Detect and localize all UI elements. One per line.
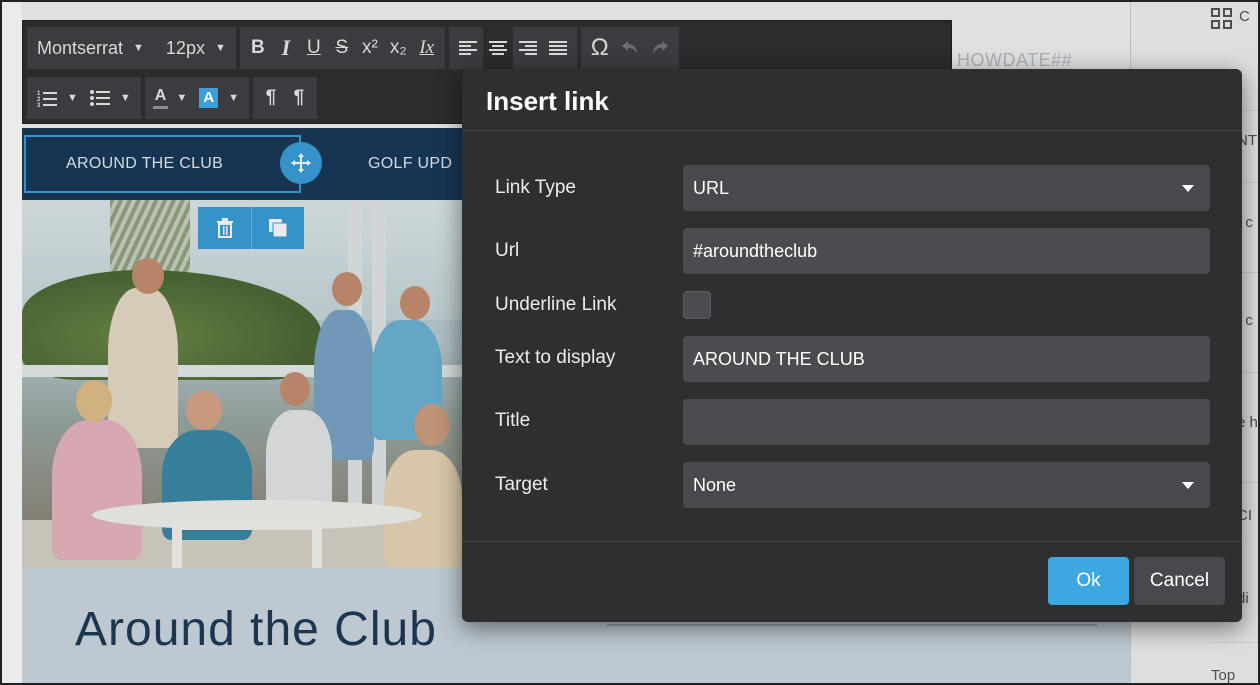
chevron-down-icon — [1182, 481, 1194, 489]
svg-text:3: 3 — [37, 103, 41, 107]
dialog-header: Insert link — [462, 69, 1242, 131]
trash-icon[interactable] — [198, 207, 251, 249]
bold-button[interactable]: B — [244, 27, 272, 69]
bullet-list-icon — [89, 90, 110, 106]
underline-link-label: Underline Link — [495, 294, 617, 315]
alignment-group — [448, 27, 577, 69]
superscript-button[interactable]: x² — [356, 27, 384, 69]
club-photo[interactable] — [22, 200, 462, 568]
link-type-label: Link Type — [495, 177, 576, 198]
underline-button[interactable]: U — [300, 27, 328, 69]
text-color-icon: A — [152, 87, 168, 109]
font-group: Montserrat ▼ 12px ▼ — [27, 27, 236, 69]
target-label: Target — [495, 474, 548, 495]
italic-button[interactable]: I — [272, 27, 300, 69]
divider — [1211, 642, 1258, 643]
ltr-button[interactable]: ¶ — [257, 77, 285, 119]
dialog-title: Insert link — [486, 86, 609, 116]
duplicate-icon[interactable] — [251, 207, 304, 249]
chevron-down-icon — [1182, 184, 1194, 192]
format-group: B I U S x² x₂ Ix — [239, 27, 445, 69]
rtl-button[interactable]: ¶ — [285, 77, 313, 119]
align-justify-icon — [548, 41, 567, 55]
subscript-button[interactable]: x₂ — [384, 27, 413, 69]
target-select[interactable]: None — [683, 462, 1210, 508]
direction-group: ¶ ¶ — [252, 77, 317, 119]
color-group: A ▼ A ▼ — [144, 77, 249, 119]
merge-tag-text: HOWDATE## — [957, 50, 1073, 70]
insert-group: Ω — [580, 27, 679, 69]
underline-link-checkbox[interactable] — [683, 291, 711, 319]
align-center-button[interactable] — [482, 27, 513, 69]
nav-item-selected[interactable]: AROUND THE CLUB — [24, 135, 301, 193]
grid-icon[interactable] — [1211, 8, 1233, 30]
font-family-select[interactable]: Montserrat ▼ — [31, 27, 150, 69]
text-color-button[interactable]: A ▼ — [149, 77, 193, 119]
clear-formatting-button[interactable]: Ix — [413, 27, 441, 69]
insert-link-dialog: Insert link Link Type URL Url #aroundthe… — [462, 69, 1242, 622]
align-left-button[interactable] — [453, 27, 483, 69]
top-label[interactable]: Top — [1211, 667, 1235, 683]
target-value: None — [693, 474, 737, 495]
url-input[interactable]: #aroundtheclub — [683, 228, 1210, 274]
align-right-button[interactable] — [513, 27, 543, 69]
panel-fragment: C — [1239, 8, 1250, 25]
font-size-select[interactable]: 12px ▼ — [160, 27, 232, 69]
strikethrough-button[interactable]: S — [328, 27, 356, 69]
bullet-list-button[interactable]: ▼ — [84, 77, 137, 119]
align-right-icon — [518, 41, 537, 55]
special-character-button[interactable]: Ω — [585, 27, 615, 69]
link-type-select[interactable]: URL — [683, 165, 1210, 211]
divider — [462, 541, 1242, 542]
highlight-color-button[interactable]: A ▼ — [193, 77, 245, 119]
title-input[interactable] — [683, 399, 1210, 445]
link-type-value: URL — [693, 177, 730, 198]
url-label: Url — [495, 240, 520, 261]
nav-item[interactable]: GOLF UPD — [368, 155, 452, 173]
undo-icon[interactable] — [615, 27, 645, 69]
highlight-color-icon: A — [199, 88, 219, 108]
ordered-list-button[interactable]: 123 ▼ — [31, 77, 84, 119]
align-center-icon — [488, 41, 507, 55]
redo-icon[interactable] — [645, 27, 675, 69]
title-label: Title — [495, 410, 531, 431]
text-to-display-input[interactable]: AROUND THE CLUB — [683, 336, 1210, 382]
divider — [607, 624, 1097, 626]
image-tools — [198, 207, 304, 249]
ok-button[interactable]: Ok — [1048, 557, 1129, 605]
ordered-list-icon: 123 — [37, 91, 57, 107]
text-to-display-label: Text to display — [495, 347, 616, 368]
move-icon[interactable] — [280, 142, 322, 184]
list-group: 123 ▼ ▼ — [27, 77, 141, 119]
align-left-icon — [458, 41, 477, 55]
cancel-button[interactable]: Cancel — [1134, 557, 1225, 605]
section-heading[interactable]: Around the Club — [75, 602, 437, 657]
nav-item-label: AROUND THE CLUB — [66, 155, 224, 172]
align-justify-button[interactable] — [543, 27, 573, 69]
editor-canvas: HOWDATE## C NT t c t c e h CI di Top ARO… — [0, 0, 1260, 685]
